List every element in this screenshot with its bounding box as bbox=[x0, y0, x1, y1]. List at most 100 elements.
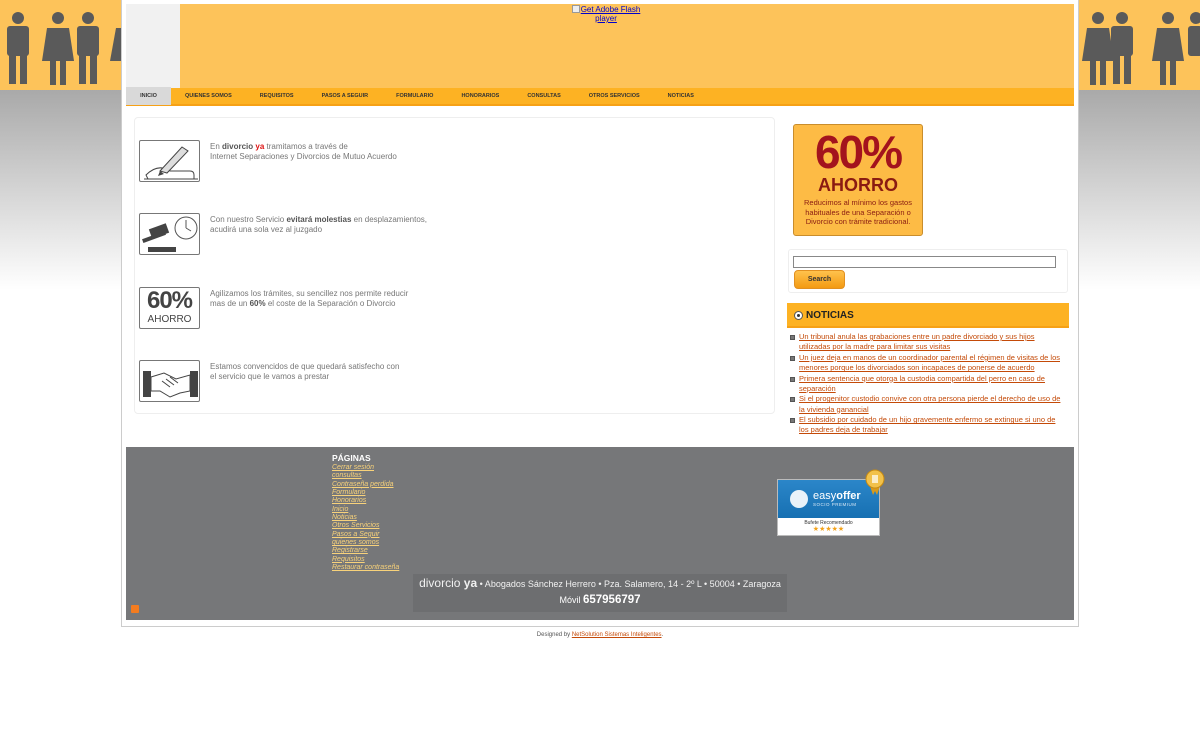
footer-link-inicio[interactable]: Inicio bbox=[332, 506, 399, 514]
news-link[interactable]: Primera sentencia que otorga la custodia… bbox=[799, 374, 1045, 393]
badge-stars: ★★★★★ bbox=[812, 526, 845, 533]
get-flash-player-link[interactable]: Get Adobe Flash player bbox=[570, 5, 642, 23]
nav-item-inicio[interactable]: INICIO bbox=[126, 87, 171, 105]
news-item: El subsidio por cuidado de un hijo grave… bbox=[790, 415, 1065, 436]
feature-text-line2: el servicio que le vamos a prestar bbox=[210, 372, 330, 381]
news-item: Primera sentencia que otorga la custodia… bbox=[790, 374, 1065, 395]
people-silhouettes-icon bbox=[7, 12, 122, 85]
feature-text-part: En bbox=[210, 142, 223, 151]
news-item-icon bbox=[790, 418, 795, 424]
feature-ahorro: 60% AHORRO Agilizamos los trámites, su s… bbox=[139, 287, 739, 329]
footer-logo: divorcio ya bbox=[419, 576, 477, 590]
news-link[interactable]: Si el progenitor custodio convive con ot… bbox=[799, 394, 1060, 413]
credit-end: . bbox=[661, 632, 664, 638]
feature-ahorro-text: Agilizamos los trámites, su sencillez no… bbox=[210, 289, 408, 309]
banner-left-panel bbox=[126, 4, 180, 88]
news-list: Un tribunal anula las grabaciones entre … bbox=[790, 332, 1065, 436]
feature-text-part: tramitamos a través de bbox=[264, 142, 348, 151]
footer-link-otros-servicios[interactable]: Otros Servicios bbox=[332, 522, 399, 530]
nav-item-quienes-somos[interactable]: QUIENES SOMOS bbox=[171, 87, 246, 105]
footer: PÁGINAS Cerrar sesión consultas Contrase… bbox=[126, 447, 1074, 620]
search-button[interactable]: Search bbox=[794, 270, 845, 289]
hand-writing-icon bbox=[139, 140, 200, 182]
search-input[interactable] bbox=[793, 256, 1056, 268]
nav-item-consultas[interactable]: CONSULTAS bbox=[513, 87, 574, 105]
footer-link-cerrar-sesion[interactable]: Cerrar sesión bbox=[332, 464, 399, 472]
footer-link-formulario[interactable]: Formulario bbox=[332, 489, 399, 497]
footer-link-quienes-somos[interactable]: quienes somos bbox=[332, 539, 399, 547]
feature-juzgado: Con nuestro Servicio evitará molestias e… bbox=[139, 213, 739, 255]
feature-text-bold: evitará molestias bbox=[286, 215, 352, 224]
search-widget: Search bbox=[788, 249, 1068, 293]
nav-item-requisitos[interactable]: REQUISITOS bbox=[246, 87, 308, 105]
feature-text-line2: acudirá una sola vez al juzgado bbox=[210, 225, 323, 234]
news-item: Un juez deja en manos de un coordinador … bbox=[790, 353, 1065, 374]
news-title: NOTICIAS bbox=[806, 310, 854, 321]
badge-name: easyoffer bbox=[813, 491, 861, 502]
address-bar: divorcio ya • Abogados Sánchez Herrero •… bbox=[413, 574, 787, 612]
pages-title: PÁGINAS bbox=[332, 453, 371, 463]
feature-internet-text: En divorcio ya tramitamos a través de In… bbox=[210, 142, 397, 162]
footer-link-pasos-a-seguir[interactable]: Pasos a Seguir bbox=[332, 531, 399, 539]
footer-link-requisitos[interactable]: Requisitos bbox=[332, 556, 399, 564]
main-navigation: INICIO QUIENES SOMOS REQUISITOS PASOS A … bbox=[126, 87, 1074, 106]
feature-text-part: el coste de la Separación o Divorcio bbox=[265, 299, 396, 308]
footer-link-restaurar-contrasena[interactable]: Restaurar contraseña bbox=[332, 564, 399, 572]
nav-item-noticias[interactable]: NOTICIAS bbox=[654, 87, 708, 105]
logo-divorcio: divorcio bbox=[419, 576, 461, 590]
news-item: Si el progenitor custodio convive con ot… bbox=[790, 394, 1065, 415]
feature-text-line1: Agilizamos los trámites, su sencillez no… bbox=[210, 289, 409, 298]
address-line: divorcio ya • Abogados Sánchez Herrero •… bbox=[413, 574, 787, 593]
credit-link[interactable]: NetSolution Sistemas Inteligentes bbox=[572, 632, 662, 638]
nav-item-honorarios[interactable]: HONORARIOS bbox=[447, 87, 513, 105]
mobile-number: 657956797 bbox=[582, 594, 641, 606]
promo-ahorro-label: AHORRO bbox=[818, 175, 898, 195]
nav-item-formulario[interactable]: FORMULARIO bbox=[382, 87, 447, 105]
savings-percent-icon: 60% AHORRO bbox=[139, 287, 200, 329]
promo-desc-line: Reducimos al mínimo los gastos bbox=[804, 198, 912, 207]
footer-link-consultas[interactable]: consultas bbox=[332, 472, 399, 480]
badge-name-b: offer bbox=[836, 490, 861, 502]
footer-link-noticias[interactable]: Noticias bbox=[332, 514, 399, 522]
feature-satisfaccion-text: Estamos convencidos de que quedará satis… bbox=[210, 362, 399, 382]
mobile-line: Móvil 657956797 bbox=[413, 593, 787, 607]
icon-small-text: AHORRO bbox=[147, 314, 192, 325]
page-container: Get Adobe Flash player INICIO QUIENES SO… bbox=[121, 0, 1079, 627]
footer-link-registrarse[interactable]: Registrarse bbox=[332, 547, 399, 555]
feature-text-part: mas de un bbox=[210, 299, 250, 308]
feature-text-line2: Internet Separaciones y Divorcios de Mut… bbox=[210, 152, 397, 161]
news-header: NOTICIAS bbox=[787, 303, 1069, 328]
news-item-icon bbox=[790, 397, 795, 403]
footer-link-honorarios[interactable]: Honorarios bbox=[332, 497, 399, 505]
nav-item-pasos-a-seguir[interactable]: PASOS A SEGUIR bbox=[308, 87, 383, 105]
rss-icon[interactable] bbox=[131, 605, 139, 613]
news-link[interactable]: Un juez deja en manos de un coordinador … bbox=[799, 353, 1060, 372]
badge-subtitle: SOCIO PREMIUM bbox=[813, 502, 857, 507]
flash-alt-text: Get Adobe Flash player bbox=[580, 5, 641, 23]
document-icon bbox=[790, 490, 808, 508]
handshake-icon bbox=[139, 360, 200, 402]
logo-ya: ya bbox=[463, 576, 478, 590]
promo-desc-line: Divorcio con trámite tradicional. bbox=[805, 217, 911, 226]
broken-image-icon bbox=[571, 5, 580, 13]
icon-big-text: 60% bbox=[146, 287, 193, 314]
news-link[interactable]: Un tribunal anula las grabaciones entre … bbox=[799, 332, 1035, 351]
promo-description: Reducimos al mínimo los gastos habituale… bbox=[794, 198, 922, 227]
news-item-icon bbox=[790, 376, 795, 382]
designer-credit: Designed by NetSolution Sistemas Intelig… bbox=[0, 632, 1200, 638]
features-panel: En divorcio ya tramitamos a través de In… bbox=[134, 117, 775, 414]
news-link[interactable]: El subsidio por cuidado de un hijo grave… bbox=[799, 415, 1055, 434]
feature-text-line1: Estamos convencidos de que quedará satis… bbox=[210, 362, 400, 371]
promo-percent: 60% bbox=[814, 126, 903, 178]
brand-divorcio: divorcio bbox=[222, 142, 254, 151]
promo-ahorro-banner[interactable]: 60% AHORRO Reducimos al mínimo los gasto… bbox=[793, 124, 923, 236]
badge-name-block: easyoffer SOCIO PREMIUM bbox=[813, 491, 861, 508]
nav-item-otros-servicios[interactable]: OTROS SERVICIOS bbox=[575, 87, 654, 105]
promo-desc-line: habituales de una Separación o bbox=[805, 207, 911, 217]
feature-satisfaccion: Estamos convencidos de que quedará satis… bbox=[139, 360, 739, 402]
news-item-icon bbox=[790, 355, 795, 361]
footer-pages: PÁGINAS Cerrar sesión consultas Contrase… bbox=[332, 453, 399, 572]
footer-link-contrasena-perdida[interactable]: Contraseña perdida bbox=[332, 481, 399, 489]
news-item: Un tribunal anula las grabaciones entre … bbox=[790, 332, 1065, 353]
feature-juzgado-text: Con nuestro Servicio evitará molestias e… bbox=[210, 215, 427, 235]
